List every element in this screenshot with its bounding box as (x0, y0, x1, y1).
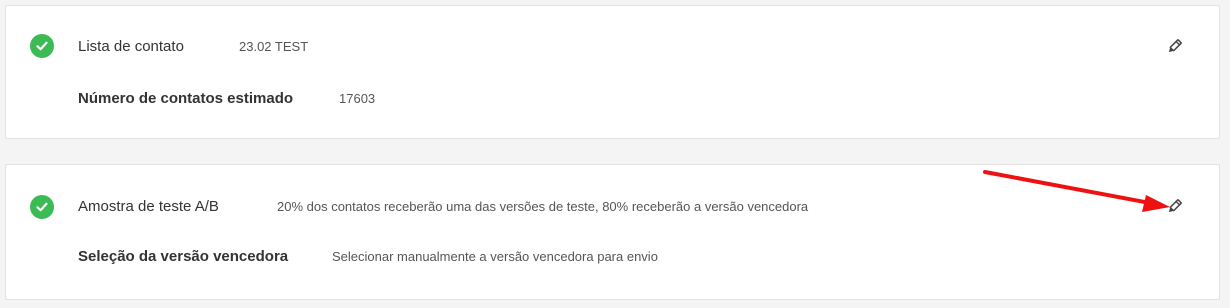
check-circle-icon (30, 195, 54, 219)
estimated-contacts-label: Número de contatos estimado (78, 90, 294, 107)
estimated-contacts-row: Número de contatos estimado 17603 (78, 90, 375, 107)
edit-contact-list-button[interactable] (1165, 38, 1183, 56)
ab-sample-row: Amostra de teste A/B 20% dos contatos re… (78, 198, 808, 215)
contact-list-row: Lista de contato 23.02 TEST (78, 38, 308, 55)
estimated-contacts-value: 17603 (339, 91, 376, 106)
contact-list-label: Lista de contato (78, 38, 184, 55)
edit-ab-test-button[interactable] (1165, 198, 1183, 216)
ab-sample-value: 20% dos contatos receberão uma das versõ… (277, 199, 809, 214)
contact-list-card: Lista de contato 23.02 TEST Número de co… (5, 5, 1220, 139)
pencil-icon (1168, 199, 1182, 213)
check-circle-icon (30, 34, 54, 58)
pencil-icon (1168, 39, 1182, 53)
winner-selection-row: Seleção da versão vencedora Selecionar m… (78, 248, 658, 265)
contact-list-value: 23.02 TEST (239, 39, 309, 54)
ab-test-card: Amostra de teste A/B 20% dos contatos re… (5, 164, 1220, 300)
winner-selection-value: Selecionar manualmente a versão vencedor… (332, 249, 658, 264)
winner-selection-label: Seleção da versão vencedora (78, 248, 289, 265)
ab-sample-label: Amostra de teste A/B (78, 198, 219, 215)
